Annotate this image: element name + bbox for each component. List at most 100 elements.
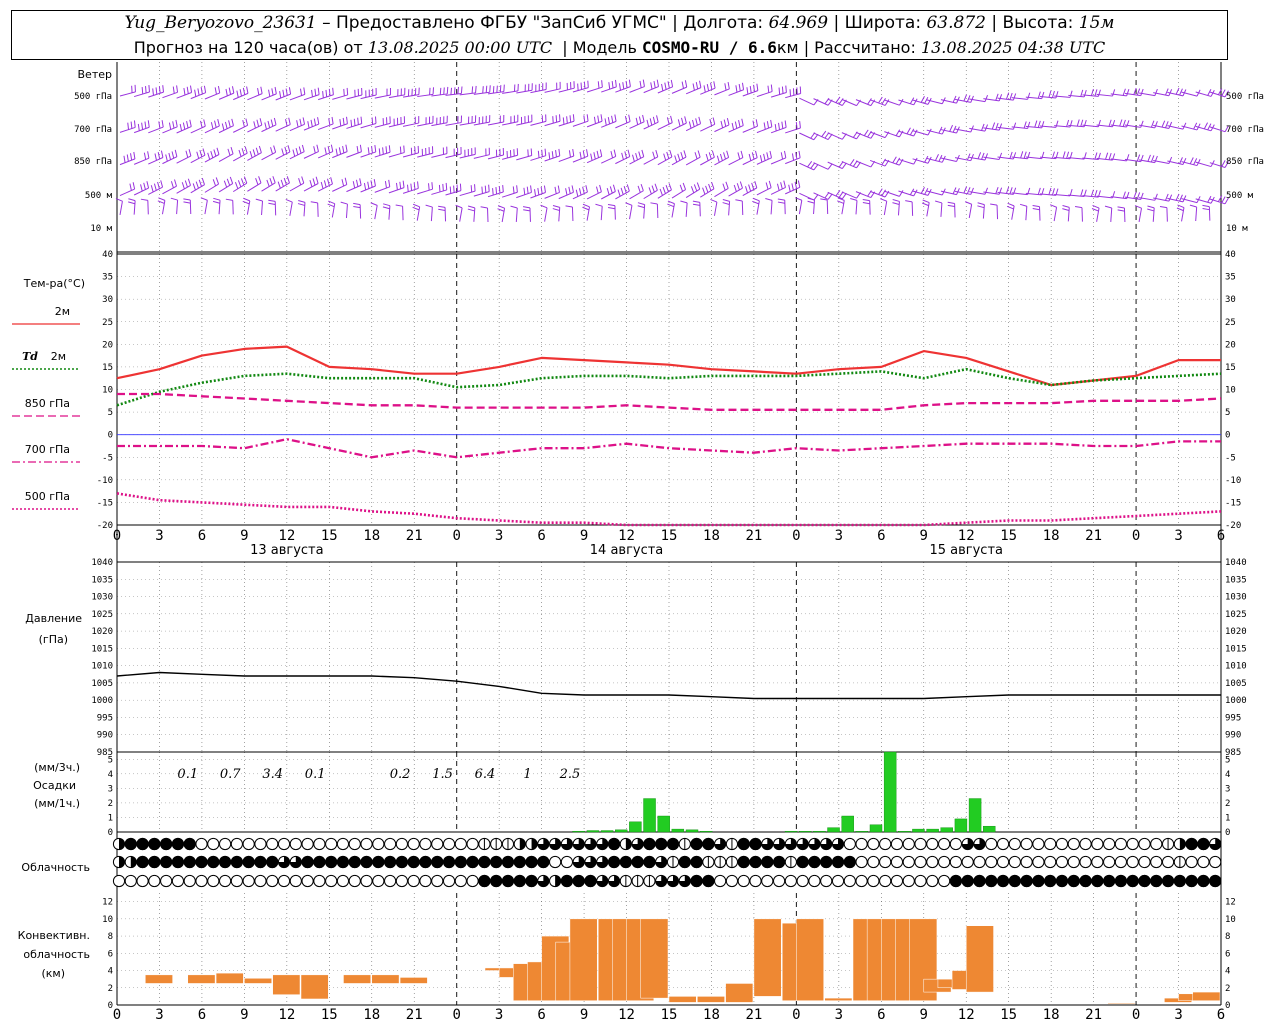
cloud-cover-symbol bbox=[560, 837, 574, 851]
wind-barb-feather bbox=[212, 200, 220, 204]
wind-barb bbox=[119, 84, 136, 97]
wind-barb-feather bbox=[1051, 90, 1055, 98]
wind-barb-feather bbox=[578, 188, 582, 196]
cloud-cover-symbol bbox=[525, 837, 538, 851]
wind-barb bbox=[232, 176, 248, 193]
wind-barb-feather bbox=[722, 183, 726, 191]
wind-barb-shaft bbox=[700, 87, 716, 95]
wind-barb bbox=[530, 148, 547, 161]
wind-barb-feather bbox=[207, 152, 211, 160]
wind-barb-feather bbox=[662, 186, 666, 194]
cloud-fill-half bbox=[119, 838, 125, 850]
cloud-fill-full bbox=[466, 855, 479, 869]
cloud-cover-symbol bbox=[160, 837, 173, 851]
wind-barb-feather bbox=[697, 150, 701, 158]
conv-x-tick-label: 9 bbox=[920, 1007, 928, 1023]
wind-barb-feather bbox=[467, 208, 475, 212]
wind-barb bbox=[565, 205, 574, 222]
cloud-cover-symbol bbox=[1067, 874, 1080, 888]
wind-barb-feather bbox=[763, 122, 766, 130]
temp-y-tick-left: 35 bbox=[102, 273, 113, 283]
wind-barb-shaft bbox=[1053, 207, 1058, 222]
cloud-cover-symbol bbox=[996, 837, 1010, 851]
wind-barb-feather bbox=[650, 82, 653, 90]
wind-barb bbox=[204, 147, 220, 163]
wind-barb-feather bbox=[880, 198, 887, 202]
wind-barb bbox=[671, 182, 687, 199]
convective-bar bbox=[640, 918, 669, 999]
wind-barb-feather bbox=[1221, 160, 1226, 167]
wind-barb bbox=[128, 198, 136, 215]
wind-barb-feather bbox=[158, 197, 166, 201]
wind-barb-feather bbox=[610, 150, 614, 159]
convective-bar bbox=[725, 983, 754, 1003]
cloud-circle bbox=[254, 874, 267, 888]
wind-barb-feather bbox=[200, 87, 203, 95]
wind-barb bbox=[552, 205, 561, 222]
wind-barb bbox=[417, 115, 434, 127]
wind-barb-feather bbox=[200, 120, 203, 128]
wind-barb-feather bbox=[310, 201, 318, 204]
wind-barb-shaft bbox=[473, 207, 476, 222]
wind-barb-shaft bbox=[1054, 193, 1071, 197]
wind-barb-feather bbox=[1012, 93, 1017, 101]
wind-barb-feather bbox=[295, 147, 299, 155]
wind-barb-feather bbox=[353, 118, 356, 126]
wind-barb-feather bbox=[867, 98, 872, 105]
wind-barb-feather bbox=[552, 208, 560, 211]
wind-barb-feather bbox=[449, 186, 452, 194]
wind-barb-feather bbox=[1034, 120, 1038, 128]
cloud-cover-symbol bbox=[419, 855, 432, 869]
wind-barb-shaft bbox=[770, 157, 787, 165]
wind-barb-feather bbox=[1165, 193, 1169, 201]
wind-barb-feather bbox=[537, 187, 540, 195]
wind-barb-shaft bbox=[162, 185, 177, 195]
wind-barb-feather bbox=[231, 118, 234, 126]
wind-barb-shaft bbox=[600, 206, 603, 221]
cloud-circle bbox=[1044, 837, 1057, 851]
pressure-y-tick-left: 995 bbox=[97, 713, 113, 723]
temp-y-tick-left: 40 bbox=[102, 250, 113, 260]
cloud-circle bbox=[1079, 837, 1092, 851]
cloud-fill-full bbox=[820, 855, 833, 869]
wind-barb bbox=[905, 200, 914, 216]
wind-barb-feather bbox=[748, 184, 752, 192]
wind-barb-feather bbox=[1020, 151, 1024, 159]
cloud-circle bbox=[772, 874, 786, 888]
conv-x-tick-label: 6 bbox=[877, 1007, 885, 1023]
wind-barb-feather bbox=[126, 154, 129, 162]
precip-3h-label: 3.4 bbox=[262, 767, 283, 782]
cloud-cover-symbol bbox=[171, 855, 185, 869]
wind-barb-feather bbox=[618, 83, 621, 91]
wind-barb-feather bbox=[909, 128, 915, 136]
wind-barb-feather bbox=[1023, 121, 1027, 129]
cloud-cover-symbol bbox=[195, 837, 208, 851]
wind-barb-feather bbox=[784, 120, 787, 128]
wind-barb-feather bbox=[196, 151, 200, 159]
wind-barb-shaft bbox=[728, 201, 731, 216]
wind-barb-feather bbox=[459, 183, 462, 191]
cloud-circle bbox=[419, 837, 432, 851]
wind-barb-feather bbox=[593, 152, 596, 160]
wind-barb-feather bbox=[260, 86, 263, 94]
wind-barb bbox=[629, 79, 645, 93]
wind-barb-feather bbox=[984, 187, 989, 195]
cloud-circle bbox=[1067, 855, 1080, 869]
wind-barb-feather bbox=[766, 121, 770, 129]
cloud-cover-symbol bbox=[831, 837, 845, 851]
temp-x-tick-label: 21 bbox=[1085, 528, 1102, 544]
precip-bar bbox=[912, 828, 925, 833]
wind-barb bbox=[225, 198, 234, 215]
wind-barb-feather bbox=[623, 186, 627, 194]
cloud-cover-symbol bbox=[820, 837, 833, 851]
wind-barb bbox=[1091, 204, 1100, 222]
precip-y-tick-left: 4 bbox=[108, 770, 113, 780]
wind-barb-shaft bbox=[459, 207, 463, 222]
wind-barb-feather bbox=[595, 186, 599, 194]
conv-y-tick-right: 12 bbox=[1225, 898, 1236, 908]
wind-barb-feather bbox=[129, 183, 132, 191]
precip-bar bbox=[600, 830, 614, 833]
wind-barb-feather bbox=[990, 203, 998, 206]
wind-barb-feather bbox=[966, 187, 971, 194]
cloud-fill-full bbox=[737, 837, 750, 851]
